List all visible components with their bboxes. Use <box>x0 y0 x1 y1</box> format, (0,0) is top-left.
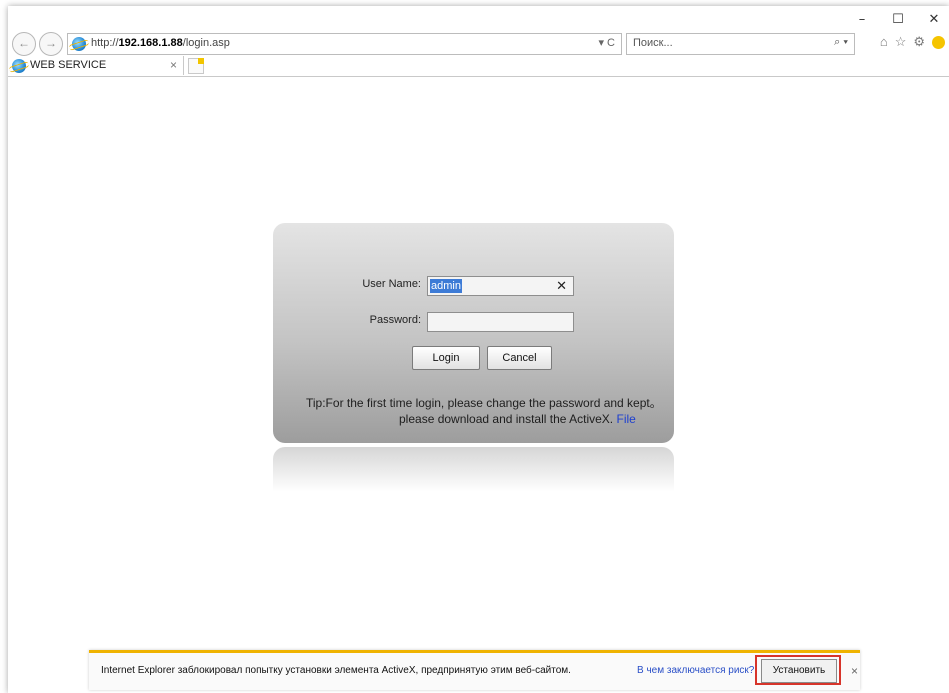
notification-message: Internet Explorer заблокировал попытку у… <box>101 665 571 676</box>
username-input[interactable]: admin ✕ <box>427 276 574 296</box>
search-icon[interactable]: ⌕ ▾ <box>834 36 848 49</box>
home-icon[interactable]: ⌂ <box>880 34 888 50</box>
clear-icon[interactable]: ✕ <box>556 278 567 294</box>
install-button[interactable]: Установить <box>761 659 837 683</box>
forward-arrow-icon: → <box>45 36 57 50</box>
tip-line-1: Tip:For the first time login, please cha… <box>306 396 662 410</box>
window-controls: – ☐ ✕ <box>855 12 941 27</box>
tip-line-2: please download and install the ActiveX.… <box>399 412 636 426</box>
login-panel: User Name: admin ✕ Password: Login Cance… <box>273 223 674 443</box>
tab-web-service[interactable]: WEB SERVICE × <box>8 56 184 75</box>
search-box[interactable]: Поиск... ⌕ ▾ <box>626 33 855 55</box>
tab-row: WEB SERVICE × <box>8 56 949 77</box>
tip-line-2-text: please download and install the ActiveX. <box>399 412 614 426</box>
star-icon[interactable]: ☆ <box>895 34 907 50</box>
search-placeholder: Поиск... <box>633 37 673 49</box>
close-window-button[interactable]: ✕ <box>927 12 941 27</box>
cancel-button[interactable]: Cancel <box>487 346 552 370</box>
new-tab-icon[interactable] <box>188 58 204 74</box>
back-arrow-icon: ← <box>18 36 30 50</box>
tab-favicon-icon <box>12 59 26 73</box>
tab-title: WEB SERVICE <box>30 59 107 71</box>
tab-close-icon[interactable]: × <box>170 58 177 72</box>
refresh-dropdown-icon[interactable]: ▾ C <box>598 36 615 49</box>
browser-toolbar: ⌂ ☆ ⚙ <box>880 34 945 50</box>
url-host: 192.168.1.88 <box>118 37 183 49</box>
panel-reflection <box>273 447 674 492</box>
site-favicon-icon <box>72 37 86 51</box>
password-input[interactable] <box>427 312 574 332</box>
activex-notification-bar: Internet Explorer заблокировал попытку у… <box>89 650 860 690</box>
url-text[interactable]: http://192.168.1.88/login.asp <box>91 37 230 49</box>
login-button[interactable]: Login <box>412 346 480 370</box>
minimize-button[interactable]: – <box>855 12 869 27</box>
password-label: Password: <box>369 314 421 326</box>
forward-button[interactable]: → <box>39 32 63 56</box>
address-bar[interactable]: http://192.168.1.88/login.asp ▾ C <box>67 33 622 55</box>
risk-link[interactable]: В чем заключается риск? <box>637 665 754 676</box>
smiley-icon[interactable] <box>932 36 945 49</box>
notification-close-icon[interactable]: × <box>851 664 858 678</box>
back-button[interactable]: ← <box>12 32 36 56</box>
url-path: /login.asp <box>182 37 230 49</box>
maximize-button[interactable]: ☐ <box>891 12 905 27</box>
file-link[interactable]: File <box>617 412 636 426</box>
username-label: User Name: <box>362 278 421 290</box>
url-prefix: http:// <box>91 37 119 49</box>
gear-icon[interactable]: ⚙ <box>913 34 925 50</box>
username-value: admin <box>430 279 462 293</box>
